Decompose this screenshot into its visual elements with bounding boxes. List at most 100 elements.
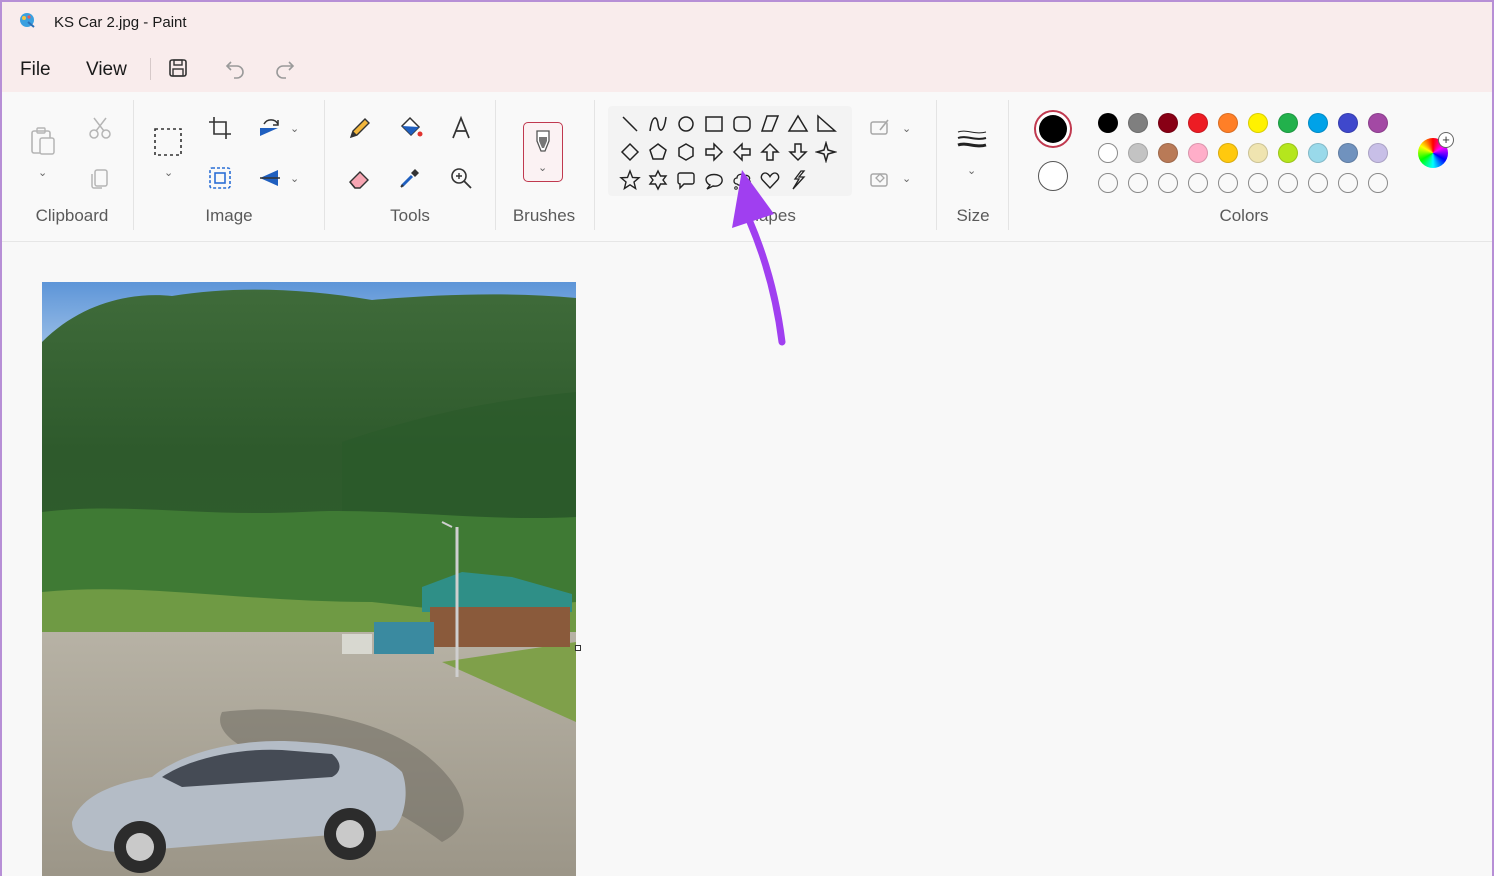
color-swatch[interactable] [1218, 113, 1238, 133]
oval-icon[interactable] [675, 113, 697, 135]
outline-dropdown-icon[interactable]: ⌄ [902, 122, 911, 135]
shapes-group-label: Shapes [738, 206, 796, 225]
color-swatch[interactable] [1188, 113, 1208, 133]
four-point-star-icon[interactable] [814, 140, 838, 164]
primary-color-swatch [1039, 115, 1067, 143]
save-icon[interactable] [166, 56, 190, 80]
color-swatch[interactable] [1308, 113, 1328, 133]
paste-icon[interactable] [28, 126, 58, 158]
custom-color-slot[interactable] [1158, 173, 1178, 193]
polygon-icon[interactable] [759, 113, 781, 135]
color-swatch[interactable] [1128, 143, 1148, 163]
select-dropdown-icon[interactable]: ⌄ [164, 166, 173, 179]
five-point-star-icon[interactable] [619, 169, 641, 191]
color-swatch[interactable] [1368, 143, 1388, 163]
flip-icon[interactable] [256, 164, 284, 192]
brushes-dropdown-icon: ⌄ [538, 162, 548, 174]
color-swatch[interactable] [1338, 143, 1358, 163]
color-swatch[interactable] [1158, 143, 1178, 163]
custom-color-slot[interactable] [1308, 173, 1328, 193]
color-picker-icon[interactable] [396, 164, 424, 192]
group-separator [936, 100, 937, 230]
size-dropdown-icon[interactable]: ⌄ [967, 164, 976, 177]
canvas-area[interactable] [2, 243, 1492, 876]
resize-handle[interactable] [575, 645, 581, 651]
crop-icon[interactable] [206, 114, 234, 142]
title-bar: KS Car 2.jpg - Paint [2, 2, 1492, 44]
right-triangle-icon[interactable] [815, 113, 837, 135]
color-swatch[interactable] [1368, 113, 1388, 133]
hexagon-icon[interactable] [675, 141, 697, 163]
magnifier-icon[interactable] [447, 164, 475, 192]
redo-icon[interactable] [273, 56, 297, 80]
secondary-color-button[interactable] [1038, 161, 1068, 191]
colors-group-label: Colors [1219, 206, 1269, 225]
rotate-dropdown-icon[interactable]: ⌄ [290, 122, 299, 135]
flip-dropdown-icon[interactable]: ⌄ [290, 172, 299, 185]
down-arrow-icon[interactable] [787, 141, 809, 163]
color-swatch[interactable] [1098, 143, 1118, 163]
photo-canvas[interactable] [42, 282, 576, 876]
heart-icon[interactable] [759, 169, 781, 191]
oval-callout-icon[interactable] [703, 169, 725, 191]
shapes-gallery [608, 106, 852, 196]
rounded-callout-icon[interactable] [675, 169, 697, 191]
paint-app-icon [18, 11, 36, 29]
pencil-icon[interactable] [346, 114, 374, 142]
edit-colors-icon[interactable]: + [1418, 132, 1454, 168]
custom-color-slot[interactable] [1278, 173, 1298, 193]
color-swatch[interactable] [1338, 113, 1358, 133]
rectangle-icon[interactable] [703, 113, 725, 135]
curve-icon[interactable] [647, 113, 669, 135]
select-icon[interactable] [152, 126, 184, 158]
six-point-star-icon[interactable] [647, 169, 669, 191]
view-menu[interactable]: View [86, 59, 127, 81]
fill-dropdown-icon[interactable]: ⌄ [902, 172, 911, 185]
shape-outline-icon[interactable] [868, 116, 892, 140]
shape-fill-icon[interactable] [868, 166, 892, 190]
undo-icon[interactable] [223, 56, 247, 80]
color-swatch[interactable] [1128, 113, 1148, 133]
lightning-icon[interactable] [787, 169, 809, 191]
eraser-icon[interactable] [346, 164, 374, 192]
up-arrow-icon[interactable] [759, 141, 781, 163]
custom-color-slot[interactable] [1098, 173, 1118, 193]
custom-color-slot[interactable] [1128, 173, 1148, 193]
file-menu[interactable]: File [20, 59, 51, 81]
color-swatch[interactable] [1188, 143, 1208, 163]
color-swatch[interactable] [1248, 143, 1268, 163]
color-swatch[interactable] [1248, 113, 1268, 133]
color-swatch[interactable] [1158, 113, 1178, 133]
fill-icon[interactable] [396, 114, 424, 142]
cut-icon[interactable] [86, 114, 114, 142]
pentagon-icon[interactable] [647, 141, 669, 163]
left-arrow-icon[interactable] [731, 141, 753, 163]
custom-color-slot[interactable] [1218, 173, 1238, 193]
triangle-icon[interactable] [787, 113, 809, 135]
custom-color-slot[interactable] [1338, 173, 1358, 193]
right-arrow-icon[interactable] [703, 141, 725, 163]
brushes-button[interactable]: ⌄ [523, 122, 563, 182]
stroke-size-icon[interactable] [956, 128, 988, 152]
color-swatch[interactable] [1278, 143, 1298, 163]
brushes-group-label: Brushes [512, 206, 576, 225]
color-swatch[interactable] [1308, 143, 1328, 163]
rotate-icon[interactable] [256, 114, 284, 142]
color-swatch[interactable] [1218, 143, 1238, 163]
paste-dropdown-icon[interactable]: ⌄ [38, 166, 47, 179]
line-icon[interactable] [619, 113, 641, 135]
diamond-icon[interactable] [619, 141, 641, 163]
resize-icon[interactable] [206, 164, 234, 192]
size-group-label: Size [956, 206, 990, 225]
clipboard-group-label: Clipboard [35, 206, 109, 225]
custom-color-slot[interactable] [1188, 173, 1208, 193]
custom-color-slot[interactable] [1248, 173, 1268, 193]
cloud-callout-icon[interactable] [731, 169, 753, 191]
color-swatch[interactable] [1098, 113, 1118, 133]
rounded-rectangle-icon[interactable] [731, 113, 753, 135]
custom-color-slot[interactable] [1368, 173, 1388, 193]
text-icon[interactable] [447, 114, 475, 142]
color-swatch[interactable] [1278, 113, 1298, 133]
primary-color-button[interactable] [1034, 110, 1072, 148]
copy-icon[interactable] [86, 164, 114, 192]
